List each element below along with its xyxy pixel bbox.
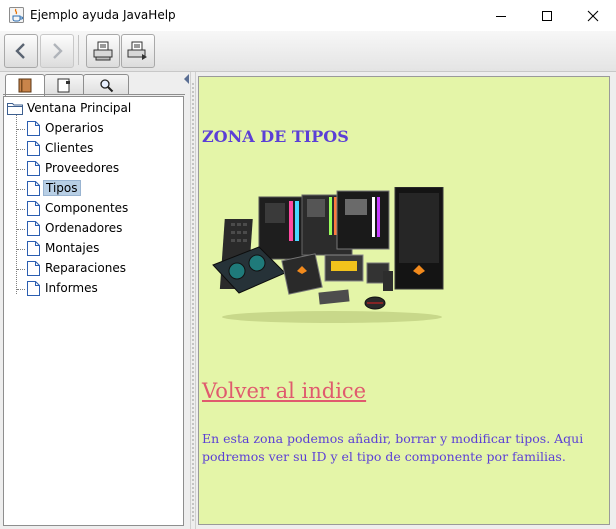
tree-item-label: Componentes — [45, 201, 129, 215]
minimize-button[interactable] — [478, 0, 524, 31]
tree-item-label: Operarios — [45, 121, 104, 135]
tree-item-operarios[interactable]: Operarios — [27, 119, 106, 137]
document-icon — [27, 160, 40, 176]
tree-item-label: Reparaciones — [45, 261, 126, 275]
title-bar: Ejemplo ayuda JavaHelp — [0, 0, 616, 31]
description-text: En esta zona podemos añadir, borrar y mo… — [202, 431, 584, 464]
maximize-button[interactable] — [524, 0, 570, 31]
page-setup-button[interactable] — [121, 34, 155, 68]
help-content: ZONA DE TIPOS Volver al indice En esta z… — [198, 76, 610, 525]
tree-connector — [17, 229, 25, 230]
page-heading: ZONA DE TIPOS — [202, 127, 349, 146]
tree-connector — [17, 189, 25, 190]
document-icon — [27, 220, 40, 236]
tree-root-label: Ventana Principal — [27, 101, 132, 115]
tree-item-montajes[interactable]: Montajes — [27, 239, 101, 257]
minimize-icon — [496, 15, 506, 17]
pc-components-image — [212, 187, 444, 323]
tree-item-tipos[interactable]: Tipos — [27, 179, 81, 197]
tree-item-ordenadores[interactable]: Ordenadores — [27, 219, 124, 237]
close-icon — [587, 10, 599, 21]
tree-item-label: Informes — [45, 281, 98, 295]
back-button[interactable] — [4, 34, 38, 68]
java-app-icon — [9, 7, 24, 23]
tree-item-proveedores[interactable]: Proveedores — [27, 159, 121, 177]
tree-connector — [17, 269, 25, 270]
print-button[interactable] — [86, 34, 120, 68]
tree-connector — [17, 149, 25, 150]
forward-button[interactable] — [40, 34, 74, 68]
tree-item-clientes[interactable]: Clientes — [27, 139, 95, 157]
window-title: Ejemplo ayuda JavaHelp — [30, 8, 176, 22]
tree-item-label: Montajes — [45, 241, 100, 255]
page-setup-icon — [127, 41, 147, 60]
index-book-icon — [57, 78, 70, 92]
content-pane: ZONA DE TIPOS Volver al indice En esta z… — [196, 72, 616, 529]
tree-connector — [17, 169, 25, 170]
tree-item-label: Clientes — [45, 141, 94, 155]
document-icon — [27, 200, 40, 216]
back-to-index-link[interactable]: Volver al indice — [202, 379, 366, 403]
tree-root[interactable]: Ventana Principal — [7, 100, 131, 116]
tree-item-reparaciones[interactable]: Reparaciones — [27, 259, 128, 277]
close-button[interactable] — [570, 0, 616, 31]
document-icon — [27, 240, 40, 256]
toolbar-separator — [78, 35, 79, 65]
search-icon — [99, 78, 113, 92]
splitter-grip — [192, 82, 194, 522]
navigator-pane: Ventana Principal Operarios Clientes Pro… — [0, 72, 190, 529]
toc-tree: Ventana Principal Operarios Clientes Pro… — [3, 96, 184, 526]
tab-search[interactable] — [83, 74, 129, 95]
tree-connector — [17, 249, 25, 250]
tree-guide-line — [16, 113, 17, 294]
tab-index[interactable] — [44, 74, 84, 95]
printer-icon — [93, 41, 113, 61]
document-icon — [27, 260, 40, 276]
tree-connector — [17, 209, 25, 210]
tree-connector — [17, 129, 25, 130]
tree-item-informes[interactable]: Informes — [27, 279, 100, 297]
tab-underline — [3, 94, 185, 95]
tree-connector — [17, 289, 25, 290]
toolbar — [0, 31, 616, 72]
document-icon — [27, 120, 40, 136]
book-icon — [18, 78, 32, 93]
back-arrow-icon — [15, 43, 25, 59]
document-icon — [27, 140, 40, 156]
tree-item-label: Ordenadores — [45, 221, 123, 235]
document-icon — [27, 180, 40, 196]
document-icon — [27, 280, 40, 296]
folder-icon — [7, 102, 23, 115]
maximize-icon — [542, 10, 552, 21]
tree-item-label: Proveedores — [45, 161, 120, 175]
tree-item-label: Tipos — [43, 180, 81, 196]
tab-table-of-contents[interactable] — [5, 74, 45, 96]
tree-item-componentes[interactable]: Componentes — [27, 199, 130, 217]
forward-arrow-icon — [53, 43, 63, 59]
